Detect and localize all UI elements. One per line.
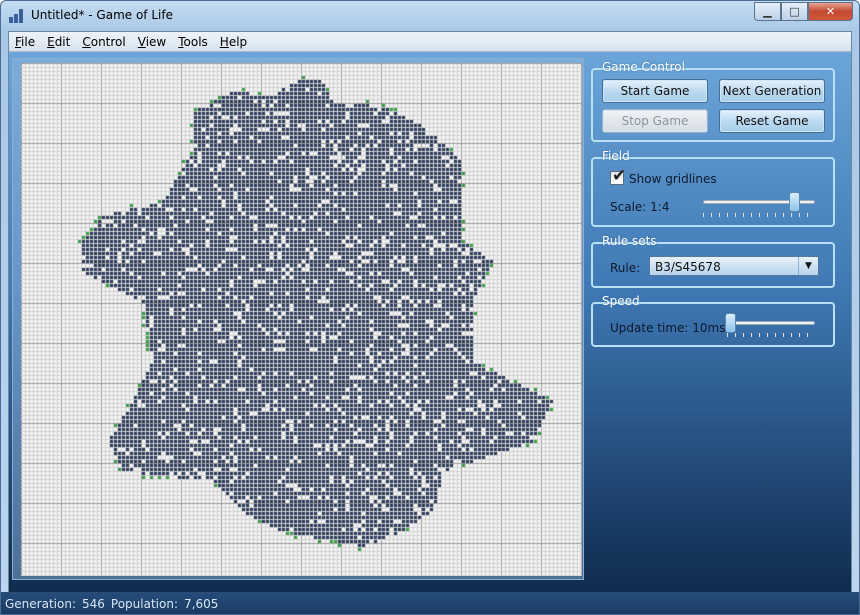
rule-combobox[interactable]: B3/S45678 ▼: [649, 256, 819, 276]
reset-game-button[interactable]: Reset Game: [719, 109, 825, 133]
field-group: Field ✔ Show gridlines Scale: 1:4: [591, 149, 835, 227]
speed-slider[interactable]: [725, 321, 815, 325]
window-title: Untitled* - Game of Life: [31, 8, 173, 22]
checkmark-icon: ✔: [612, 166, 627, 186]
generation-label: Generation:: [5, 597, 76, 611]
menu-edit[interactable]: Edit: [41, 32, 76, 51]
group-title: Speed: [602, 294, 640, 308]
menu-help[interactable]: Help: [214, 32, 253, 51]
speed-slider-thumb[interactable]: [725, 313, 736, 333]
maximize-button[interactable]: □: [781, 2, 808, 21]
stop-game-button[interactable]: Stop Game: [602, 109, 708, 133]
menu-view[interactable]: View: [132, 32, 172, 51]
chevron-down-icon[interactable]: ▼: [798, 257, 818, 275]
show-gridlines-checkbox[interactable]: ✔: [610, 166, 626, 186]
menu-file[interactable]: File: [9, 32, 41, 51]
speed-ticks: [727, 333, 815, 337]
game-control-group: Game Control Start Game Next Generation …: [591, 60, 835, 142]
group-title: Rule sets: [602, 234, 657, 248]
app-window: Untitled* - Game of Life ▁ □ ✕ File Edit…: [0, 0, 860, 615]
menu-control[interactable]: Control: [76, 32, 131, 51]
rule-value: B3/S45678: [655, 260, 721, 274]
speed-group: Speed Update time: 10ms: [591, 294, 835, 347]
show-gridlines-label[interactable]: Show gridlines: [629, 172, 717, 186]
scale-slider-thumb[interactable]: [788, 192, 800, 212]
start-game-button[interactable]: Start Game: [602, 79, 708, 103]
rule-label: Rule:: [610, 261, 641, 275]
population-label: Population:: [110, 597, 178, 611]
group-title: Field: [602, 149, 630, 163]
generation-value: 546: [82, 597, 105, 611]
next-generation-button[interactable]: Next Generation: [719, 79, 825, 103]
title-bar: Untitled* - Game of Life ▁ □ ✕: [1, 1, 859, 31]
status-bar: Generation: 546 Population: 7,605: [1, 592, 859, 614]
app-icon: [9, 9, 25, 23]
life-grid-canvas[interactable]: [21, 63, 582, 576]
update-time-label: Update time: 10ms: [610, 321, 726, 335]
menu-bar: File Edit Control View Tools Help: [9, 32, 851, 52]
scale-label: Scale: 1:4: [610, 200, 670, 214]
group-title: Game Control: [602, 60, 685, 74]
scale-ticks: [703, 213, 815, 217]
rule-sets-group: Rule sets Rule: B3/S45678 ▼: [591, 234, 835, 288]
close-button[interactable]: ✕: [808, 2, 853, 21]
minimize-button[interactable]: ▁: [754, 2, 781, 21]
population-value: 7,605: [184, 597, 219, 611]
menu-tools[interactable]: Tools: [172, 32, 214, 51]
game-field: [12, 58, 584, 580]
